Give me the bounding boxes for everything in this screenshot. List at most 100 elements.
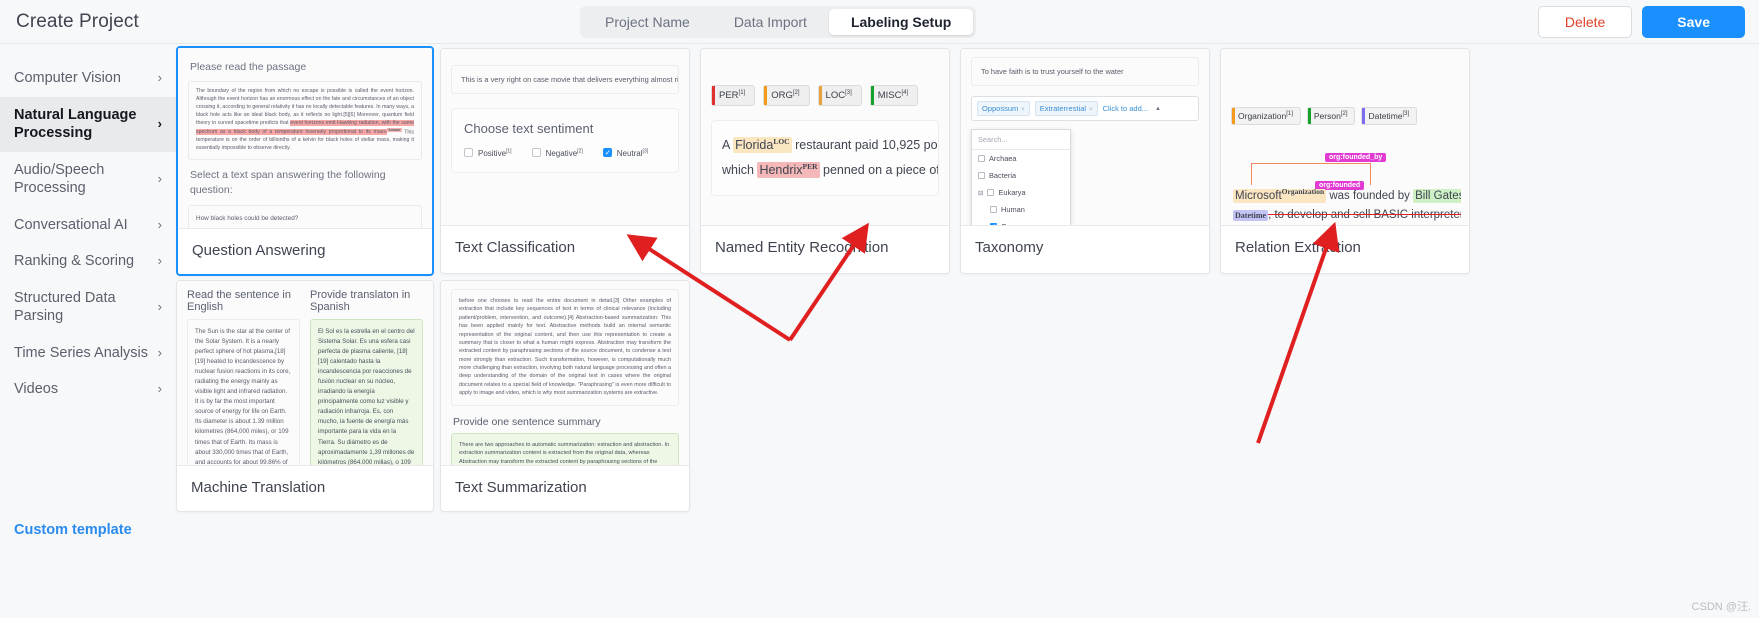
sidebar-item-label: Time Series Analysis xyxy=(14,344,149,361)
sidebar-item-ranking-scoring[interactable]: Ranking & Scoring › xyxy=(0,243,176,280)
checkbox-icon[interactable] xyxy=(531,148,541,157)
re-entity-bill-gates[interactable]: Bill GatesPerson xyxy=(1413,188,1461,203)
re-tag-person[interactable]: Person[2] xyxy=(1306,107,1356,125)
card-preview: Please read the passage The boundary of … xyxy=(178,48,432,228)
qa-passage-label: Please read the passage xyxy=(190,61,307,73)
chevron-right-icon: › xyxy=(157,344,162,360)
tc-choose-label: Choose text sentiment xyxy=(464,121,594,136)
re-body-text: was founded by xyxy=(1329,189,1410,202)
taxonomy-dropdown[interactable]: Search... Archaea Bacteria ⊟ Eukarya Huma… xyxy=(971,129,1071,225)
tc-choice-label: Neutral xyxy=(616,149,643,158)
template-card-machine-translation[interactable]: Read the sentence in English The Sun is … xyxy=(176,280,434,512)
tab-data-import[interactable]: Data Import xyxy=(712,9,829,35)
checkbox-icon[interactable] xyxy=(978,172,985,179)
template-card-taxonomy[interactable]: To have faith is to trust yourself to th… xyxy=(960,48,1210,274)
ner-tag-hotkey: [1] xyxy=(738,90,746,96)
header-actions: Delete Save xyxy=(1537,6,1745,38)
re-tag-label: Organization xyxy=(1238,111,1287,121)
re-entity-microsoft[interactable]: MicrosoftOrganization xyxy=(1233,187,1327,203)
ner-entity-hendrix[interactable]: HendrixPER xyxy=(757,162,820,179)
tc-choice-negative[interactable]: Negative[2] xyxy=(531,148,583,158)
ner-tag-label: LOC xyxy=(825,90,846,102)
taxonomy-add-label[interactable]: Click to add... xyxy=(1103,104,1148,113)
ner-text-plain: restaurant paid 10,925 pounds xyxy=(795,138,938,153)
re-tag-organization[interactable]: Organization[1] xyxy=(1231,107,1301,125)
card-title: Taxonomy xyxy=(961,225,1209,269)
checkbox-icon[interactable] xyxy=(990,206,997,213)
ner-entity-tag: PER xyxy=(802,162,818,171)
sidebar-item-label: Structured Data Parsing xyxy=(14,289,116,325)
checkbox-icon[interactable] xyxy=(978,155,985,162)
ner-tag-misc[interactable]: MISC[4] xyxy=(869,85,919,107)
sidebar-item-natural-language-processing[interactable]: Natural Language Processing › xyxy=(0,96,176,152)
taxonomy-option-bacteria[interactable]: Bacteria xyxy=(972,167,1070,184)
tc-choice-positive[interactable]: Positive[1] xyxy=(464,148,512,158)
ner-tag-loc[interactable]: LOC[3] xyxy=(817,85,862,107)
delete-button[interactable]: Delete xyxy=(1537,6,1633,38)
sidebar-item-conversational-ai[interactable]: Conversational AI › xyxy=(0,207,176,244)
tab-labeling-setup[interactable]: Labeling Setup xyxy=(828,9,974,35)
re-entity-text: Bill Gates xyxy=(1415,189,1461,202)
template-card-named-entity-recognition[interactable]: PER[1] ORG[2] LOC[3] MISC[4] A FloridaLO… xyxy=(700,48,950,274)
template-card-text-classification[interactable]: This is a very right on case movie that … xyxy=(440,48,690,274)
ner-tag-per[interactable]: PER[1] xyxy=(711,85,756,107)
template-card-question-answering[interactable]: Please read the passage The boundary of … xyxy=(176,46,434,276)
checkbox-checked-icon[interactable] xyxy=(990,222,997,225)
sidebar-item-label: Natural Language Processing xyxy=(14,106,137,142)
relation-label-org-founded-by[interactable]: org:founded_by xyxy=(1325,153,1387,162)
re-tag-hotkey: [1] xyxy=(1286,111,1293,118)
qa-passage: The boundary of the region from which no… xyxy=(188,81,422,161)
taxonomy-option-human[interactable]: Human xyxy=(972,201,1070,218)
taxonomy-select[interactable]: Oppossum × Extraterrestial × Click to add.… xyxy=(971,96,1199,121)
re-entity-datetime[interactable]: Datetime xyxy=(1233,210,1269,221)
card-preview: This is a very right on case movie that … xyxy=(441,49,689,225)
qa-question-label: Select a text span answering the followi… xyxy=(190,169,386,197)
sidebar-item-audio-speech-processing[interactable]: Audio/Speech Processing › xyxy=(0,152,176,207)
tc-choice-hotkey: [2] xyxy=(577,148,583,155)
template-card-text-summarization[interactable]: before one chooses to read the entire do… xyxy=(440,280,690,512)
chevron-up-icon[interactable]: ▲ xyxy=(1155,106,1161,112)
re-tag-datetime[interactable]: Datetime[3] xyxy=(1361,107,1418,125)
collapse-toggle-icon[interactable]: ⊟ xyxy=(978,189,983,197)
ner-text-plain: A xyxy=(722,138,734,153)
sidebar-item-videos[interactable]: Videos › xyxy=(0,371,176,408)
sidebar-item-time-series-analysis[interactable]: Time Series Analysis › xyxy=(0,335,176,372)
sidebar-item-structured-data-parsing[interactable]: Structured Data Parsing › xyxy=(0,280,176,335)
sidebar-item-computer-vision[interactable]: Computer Vision › xyxy=(0,60,176,97)
checkbox-icon[interactable] xyxy=(464,148,473,157)
chip-remove-icon[interactable]: × xyxy=(1021,107,1025,113)
template-card-relation-extraction[interactable]: Organization[1] Person[2] Datetime[3] or… xyxy=(1220,48,1470,274)
tc-choice-neutral[interactable]: Neutral[3] xyxy=(602,147,648,159)
mt-spanish-text[interactable]: El Sol es la estrella en el centro del S… xyxy=(310,319,423,465)
ner-tag-hotkey: [4] xyxy=(901,90,909,96)
checkbox-checked-icon[interactable] xyxy=(602,147,612,159)
chip-remove-icon[interactable]: × xyxy=(1089,107,1093,113)
card-title: Text Classification xyxy=(441,225,689,269)
taxonomy-option-oppossum[interactable]: Oppossum xyxy=(972,218,1070,225)
taxonomy-option-archaea[interactable]: Archaea xyxy=(972,150,1070,167)
re-entity-text: Microsoft xyxy=(1235,189,1282,202)
tab-project-name[interactable]: Project Name xyxy=(583,9,712,35)
ner-entity-florida[interactable]: FloridaLOC xyxy=(733,137,792,154)
chevron-right-icon: › xyxy=(157,381,162,397)
card-preview: Read the sentence in English The Sun is … xyxy=(177,281,433,465)
template-grid: Please read the passage The boundary of … xyxy=(176,44,1759,618)
ner-tag-org[interactable]: ORG[2] xyxy=(763,85,810,107)
card-preview: To have faith is to trust yourself to th… xyxy=(961,49,1209,225)
taxonomy-chip-oppossum[interactable]: Oppossum × xyxy=(977,101,1030,116)
taxonomy-chip-extraterrestial[interactable]: Extraterrestial × xyxy=(1034,101,1098,116)
top-bar: Create Project Project Name Data Import … xyxy=(0,0,1759,44)
taxonomy-search-input[interactable]: Search... xyxy=(972,130,1070,150)
card-title: Question Answering xyxy=(178,228,432,272)
option-label: Archaea xyxy=(989,154,1017,163)
tc-choice-label: Negative xyxy=(545,149,578,158)
re-tag-label: Datetime xyxy=(1368,111,1403,121)
taxonomy-option-eukarya[interactable]: ⊟ Eukarya xyxy=(972,184,1070,201)
card-title: Relation Extraction xyxy=(1221,225,1469,269)
checkbox-icon[interactable] xyxy=(987,189,995,196)
ner-text-plain: penned on a piece of xyxy=(819,163,939,178)
ts-summary-text[interactable]: There are two approaches to automatic su… xyxy=(451,432,679,465)
save-button[interactable]: Save xyxy=(1642,6,1745,38)
chip-label: Oppossum xyxy=(982,104,1019,113)
custom-template-link[interactable]: Custom template xyxy=(0,512,146,548)
